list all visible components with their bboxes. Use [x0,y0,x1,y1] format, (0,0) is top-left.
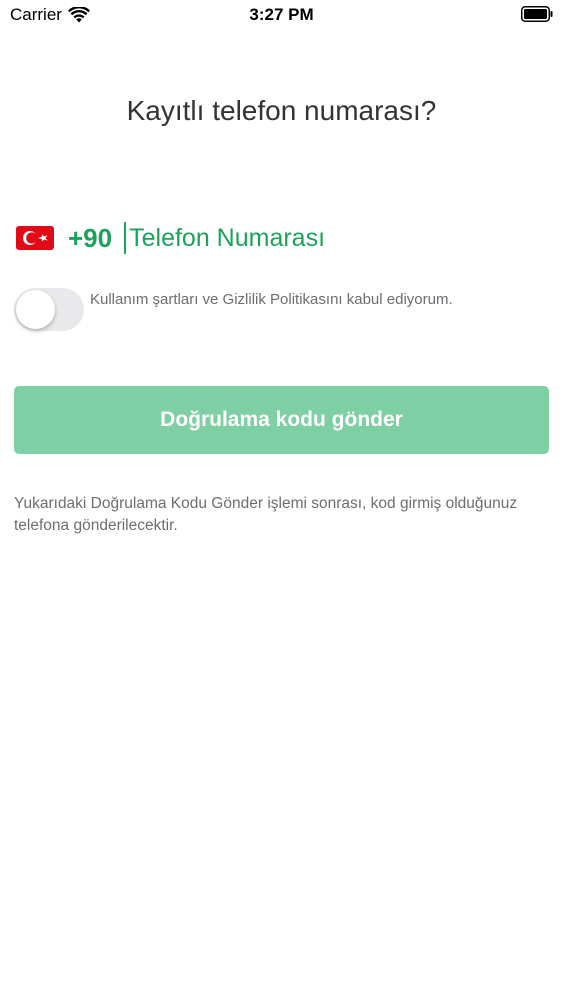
screen: Carrier 3:27 PM Kayıtlı telefon numarası… [0,0,563,1000]
info-text: Yukarıdaki Doğrulama Kodu Gönder işlemi … [14,495,518,534]
phone-number-input[interactable] [124,222,510,254]
country-code[interactable]: +90 [68,223,112,254]
terms-row: Kullanım şartları ve Gizlilik Politikası… [14,288,549,331]
toggle-knob [16,290,55,329]
page-title: Kayıtlı telefon numarası? [126,95,437,126]
turkey-flag-icon[interactable] [16,225,54,251]
terms-toggle[interactable] [14,288,84,331]
battery-icon [521,6,553,22]
phone-number-row: +90 [16,218,510,258]
status-bar: Carrier 3:27 PM [0,0,563,30]
status-time: 3:27 PM [249,5,314,24]
send-verification-code-button[interactable]: Doğrulama kodu gönder [14,386,549,454]
terms-label[interactable]: Kullanım şartları ve Gizlilik Politikası… [90,290,453,310]
